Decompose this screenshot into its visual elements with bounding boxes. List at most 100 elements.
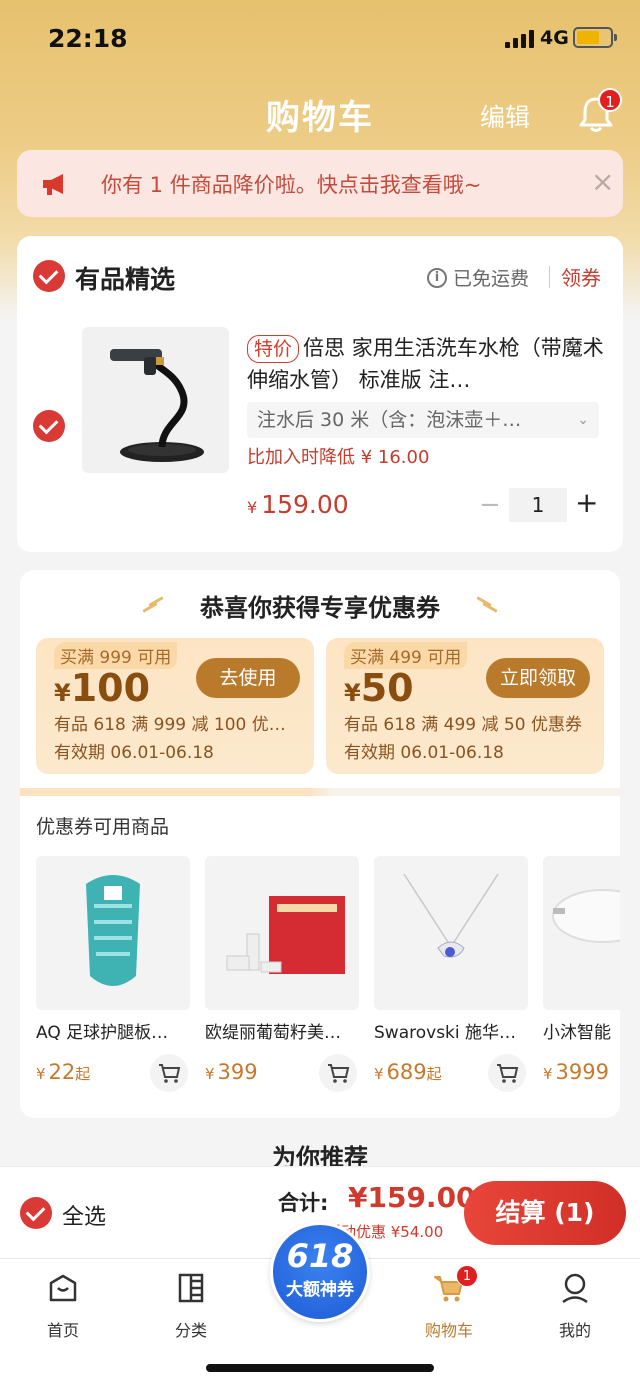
item-select-checkbox[interactable]	[33, 410, 65, 442]
shop-select-checkbox[interactable]	[33, 260, 65, 292]
coupon-card-100[interactable]: 买满 999 可用 ¥100 去使用 有品 618 满 999 减 100 优……	[36, 638, 314, 774]
amount-value: 100	[70, 666, 151, 710]
currency-symbol: ¥	[543, 1065, 553, 1083]
category-icon	[178, 1273, 204, 1303]
product-title[interactable]: 特价 倍思 家用生活洗车水枪（带魔术伸缩水管） 标准版 注…	[247, 332, 607, 396]
cart-badge: 1	[456, 1265, 478, 1287]
add-to-cart-button[interactable]	[488, 1054, 526, 1092]
coupon-desc: 有品 618 满 999 减 100 优…	[54, 715, 286, 735]
product-price: ¥3999	[543, 1060, 609, 1084]
home-indicator	[206, 1364, 434, 1372]
tab-home[interactable]: 首页	[18, 1271, 108, 1341]
tab-label: 我的	[558, 1321, 591, 1340]
profile-icon	[562, 1273, 588, 1304]
shin-guard-image	[86, 875, 140, 986]
shop-name: 有品精选	[75, 265, 176, 294]
network-type: 4G	[540, 27, 569, 49]
quantity-decrease-button[interactable]: −	[479, 490, 501, 520]
tab-label: 首页	[46, 1321, 79, 1340]
decor-right	[476, 596, 500, 613]
shipping-status[interactable]: i 已免运费	[427, 264, 529, 291]
available-products-title: 优惠券可用商品	[36, 816, 170, 838]
price-value: 399	[217, 1060, 258, 1084]
skincare-set-image	[226, 896, 345, 974]
page-title: 购物车	[266, 98, 374, 138]
product-thumb	[36, 856, 190, 1010]
home-icon	[49, 1274, 77, 1302]
product-price: ¥689起	[374, 1060, 442, 1084]
price-value: 22	[48, 1060, 76, 1084]
water-gun-image	[110, 349, 204, 462]
quantity-increase-button[interactable]: +	[575, 486, 598, 519]
total-price: ¥159.00	[348, 1181, 476, 1214]
currency-symbol: ¥	[247, 498, 258, 517]
product-image[interactable]	[82, 327, 229, 473]
list-item[interactable]: 欧缇丽葡萄籽美… ¥399	[205, 856, 359, 1106]
checkout-button[interactable]: 结算 (1)	[464, 1181, 626, 1245]
available-products-list[interactable]: AQ 足球护腿板… ¥22起 欧缇丽葡萄籽美… ¥399 Swarovski 施…	[36, 856, 620, 1106]
tab-label: 分类	[174, 1321, 207, 1340]
coupon-validity: 有效期 06.01-06.18	[344, 743, 504, 763]
spec-text: 注水后 30 米（含：泡沫壶＋…	[257, 409, 522, 431]
list-item[interactable]: AQ 足球护腿板… ¥22起	[36, 856, 190, 1106]
list-item[interactable]: Swarovski 施华… ¥689起	[374, 856, 528, 1106]
currency-symbol: ¥	[374, 1065, 384, 1083]
product-name: 小沐智能	[543, 1023, 611, 1043]
edit-button[interactable]: 编辑	[480, 98, 530, 134]
product-title-text: 倍思 家用生活洗车水枪（带魔术伸缩水管） 标准版 注…	[247, 336, 604, 392]
claim-coupon-button[interactable]: 立即领取	[486, 658, 590, 698]
battery-icon	[573, 27, 617, 48]
cart-shop-card: 有品精选 i 已免运费 领券 特价 倍思 家用生活洗车水枪（带魔术伸缩水管） 标准…	[17, 236, 623, 552]
promo-618-button[interactable]: 618 大额神券	[270, 1222, 370, 1322]
select-all-checkbox[interactable]	[20, 1197, 52, 1229]
currency-symbol: ¥	[54, 679, 71, 707]
price-value: 159.00	[261, 490, 349, 519]
smart-toilet-seat-image	[552, 889, 620, 943]
tab-cart[interactable]: 1 购物车	[404, 1265, 494, 1341]
tab-category[interactable]: 分类	[146, 1271, 236, 1341]
tab-label: 购物车	[424, 1321, 473, 1340]
price-value: 689	[386, 1060, 427, 1084]
use-coupon-button[interactable]: 去使用	[196, 658, 300, 698]
currency-symbol: ¥	[344, 679, 361, 707]
add-to-cart-button[interactable]	[319, 1054, 357, 1092]
product-thumb	[205, 856, 359, 1010]
product-thumb	[543, 856, 620, 1010]
cart-icon	[159, 1064, 181, 1083]
coupon-condition: 买满 999 可用	[54, 642, 178, 669]
coupon-section: 恭喜你获得专享优惠券 买满 999 可用 ¥100 去使用 有品 618 满 9…	[20, 570, 620, 1118]
quantity-input[interactable]: 1	[509, 488, 567, 522]
cart-icon	[328, 1064, 350, 1083]
notice-text: 你有 1 件商品降价啦。快点击我查看哦~	[101, 173, 482, 197]
megaphone-icon	[43, 174, 63, 195]
coupon-title: 恭喜你获得专享优惠券	[200, 594, 440, 622]
status-time: 22:18	[48, 24, 128, 53]
product-name: Swarovski 施华…	[374, 1023, 517, 1043]
product-name: AQ 足球护腿板…	[36, 1023, 169, 1043]
product-name: 欧缇丽葡萄籽美…	[205, 1023, 341, 1043]
get-coupon-link[interactable]: 领券	[561, 262, 601, 291]
price-drop-notice[interactable]: 你有 1 件商品降价啦。快点击我查看哦~ ×	[17, 150, 623, 217]
coupon-amount: ¥50	[344, 666, 414, 710]
notification-button[interactable]: 1	[578, 88, 622, 134]
product-price: ¥22起	[36, 1060, 90, 1084]
coupon-condition: 买满 499 可用	[344, 642, 468, 669]
select-all-label[interactable]: 全选	[62, 1199, 106, 1231]
chevron-down-icon: ⌄	[577, 412, 589, 428]
currency-symbol: ¥	[36, 1065, 46, 1083]
signal-icon	[505, 30, 534, 48]
spec-selector[interactable]: 注水后 30 米（含：泡沫壶＋… ⌄	[247, 402, 599, 438]
coupon-card-50[interactable]: 买满 499 可用 ¥50 立即领取 有品 618 满 499 减 50 优惠券…	[326, 638, 604, 774]
coupon-validity: 有效期 06.01-06.18	[54, 743, 214, 763]
coupon-desc: 有品 618 满 499 减 50 优惠券	[344, 715, 582, 735]
close-icon[interactable]: ×	[591, 165, 614, 198]
list-item[interactable]: 小沐智能 ¥3999	[543, 856, 620, 1106]
price-suffix: 起	[75, 1065, 91, 1083]
total-label: 合计:	[278, 1191, 329, 1215]
info-icon: i	[427, 267, 447, 288]
divider	[549, 266, 550, 288]
product-price: ¥399	[205, 1060, 258, 1084]
price-value: 3999	[555, 1060, 609, 1084]
tab-profile[interactable]: 我的	[530, 1271, 620, 1341]
add-to-cart-button[interactable]	[150, 1054, 188, 1092]
